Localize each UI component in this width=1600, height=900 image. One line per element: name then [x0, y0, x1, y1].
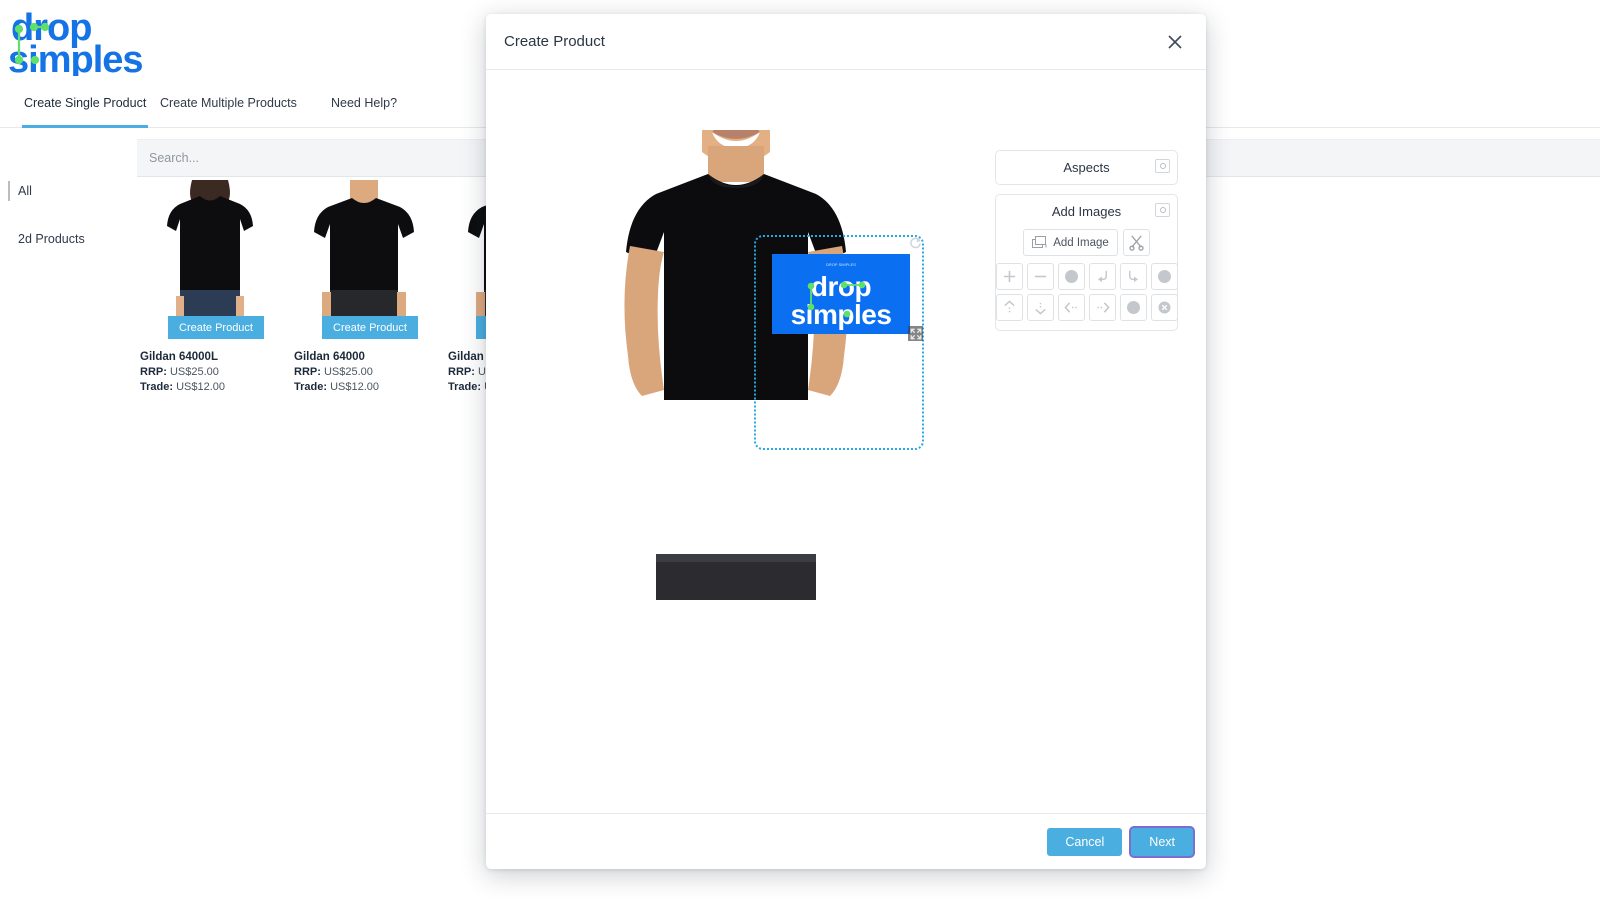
image-tools-grid	[995, 263, 1178, 321]
add-image-row: Add Image	[1004, 229, 1169, 256]
modal-header: Create Product	[486, 14, 1206, 70]
rotate-right-glyph	[1128, 270, 1138, 283]
resize-glyph	[910, 328, 921, 339]
tab-create-multiple-products[interactable]: Create Multiple Products	[158, 88, 299, 128]
scissors-icon[interactable]	[1122, 229, 1150, 256]
scissors-glyph	[1129, 235, 1144, 251]
tab-label: Create Multiple Products	[160, 96, 297, 110]
svg-text:simples: simples	[791, 299, 892, 330]
modal-body: DROP SIMPLES drop simples Aspects Add Im…	[486, 70, 1206, 813]
rrp-label: RRP:	[140, 366, 167, 378]
arrow-up-glyph	[1003, 300, 1015, 313]
product-trade: Trade: US$12.00	[294, 381, 434, 393]
rotate-right-icon[interactable]	[1119, 263, 1147, 290]
circle-icon[interactable]	[1119, 294, 1147, 321]
delete-circle-icon[interactable]	[1150, 294, 1178, 321]
arrow-right-glyph	[1096, 302, 1110, 313]
circle-glyph	[1126, 301, 1140, 314]
brand-logo: drop simples	[8, 8, 178, 76]
rotate-left-glyph	[1097, 270, 1107, 283]
product-image: Create Product	[294, 180, 434, 345]
create-product-button[interactable]: Create Product	[168, 316, 264, 339]
drop-simples-artwork-icon: DROP SIMPLES drop simples	[772, 254, 910, 334]
circle-glyph	[1157, 270, 1171, 283]
trade-value: US$12.00	[176, 381, 226, 393]
rotate-handle-icon[interactable]	[908, 236, 923, 251]
close-glyph	[1168, 34, 1182, 49]
product-rrp: RRP: US$25.00	[140, 366, 280, 378]
image-stack-glyph	[1032, 236, 1047, 248]
aspects-title: Aspects	[1063, 160, 1110, 175]
product-rrp: RRP: US$25.00	[294, 366, 434, 378]
arrow-right-icon[interactable]	[1088, 294, 1116, 321]
rrp-label: RRP:	[448, 366, 475, 378]
trade-label: Trade:	[448, 381, 482, 393]
arrow-left-glyph	[1063, 302, 1077, 313]
arrow-left-icon[interactable]	[1057, 294, 1085, 321]
sidebar-item-label: 2d Products	[18, 232, 85, 246]
sidebar-item-label: All	[18, 184, 32, 198]
sidebar-item-2d-products[interactable]: 2d Products	[0, 228, 130, 250]
arrow-down-icon[interactable]	[1026, 294, 1054, 321]
camera-icon[interactable]	[1155, 159, 1170, 173]
next-button[interactable]: Next	[1131, 827, 1193, 856]
add-image-label: Add Image	[1053, 236, 1109, 249]
tab-label: Create Single Product	[24, 96, 147, 110]
modal-title: Create Product	[504, 33, 605, 50]
category-sidebar: All 2d Products	[0, 180, 130, 276]
tab-label: Need Help?	[331, 96, 398, 110]
trade-label: Trade:	[294, 381, 328, 393]
add-images-section: Add Images Add Image	[995, 194, 1178, 331]
aspects-section: Aspects	[995, 150, 1178, 185]
rrp-label: RRP:	[294, 366, 321, 378]
plus-glyph	[1003, 270, 1015, 283]
editor-tools-panel: Aspects Add Images Add Image	[995, 150, 1178, 340]
cancel-button[interactable]: Cancel	[1047, 827, 1123, 856]
camera-lens	[1159, 163, 1166, 169]
artwork-selection-box[interactable]: DROP SIMPLES drop simples	[754, 235, 924, 450]
circle-icon[interactable]	[1057, 263, 1085, 290]
create-product-modal: Create Product DROP SIMPLES drop simples…	[486, 14, 1206, 869]
arrow-up-icon[interactable]	[995, 294, 1023, 321]
image-stack-icon	[1032, 236, 1048, 249]
search-input-placeholder: Search...	[149, 151, 200, 165]
product-name: Gildan 64000	[294, 351, 365, 363]
svg-text:DROP SIMPLES: DROP SIMPLES	[826, 262, 856, 267]
camera-icon[interactable]	[1155, 203, 1170, 217]
tab-need-help[interactable]: Need Help?	[329, 88, 399, 128]
circle-glyph	[1064, 270, 1078, 283]
add-images-title: Add Images	[1051, 204, 1122, 219]
svg-text:simples: simples	[8, 39, 143, 76]
minus-glyph	[1034, 275, 1046, 278]
arrow-down-glyph	[1034, 302, 1046, 315]
camera-lens	[1159, 207, 1166, 213]
add-image-button[interactable]: Add Image	[1023, 229, 1118, 256]
minus-icon[interactable]	[1026, 263, 1054, 290]
delete-circle-glyph	[1158, 301, 1170, 314]
trade-label: Trade:	[140, 381, 174, 393]
product-card: Create Product Gildan 64000 RRP: US$25.0…	[294, 180, 434, 393]
app-root: drop simples Create Single Product Creat…	[0, 0, 1600, 900]
rotate-glyph	[910, 237, 921, 249]
rrp-value: US$25.00	[169, 366, 219, 378]
product-image: Create Product	[140, 180, 280, 345]
artwork-image[interactable]: DROP SIMPLES drop simples	[772, 254, 910, 334]
tab-create-single-product[interactable]: Create Single Product	[22, 88, 149, 128]
design-preview-canvas[interactable]: DROP SIMPLES drop simples	[596, 130, 924, 600]
resize-handle-icon[interactable]	[908, 326, 923, 341]
close-icon[interactable]	[1162, 29, 1188, 55]
rrp-value: US$25.00	[323, 366, 373, 378]
trade-value: US$12.00	[330, 381, 380, 393]
create-product-button[interactable]: Create Product	[322, 316, 418, 339]
rotate-left-icon[interactable]	[1088, 263, 1116, 290]
product-card: Create Product Gildan 64000L RRP: US$25.…	[140, 180, 280, 393]
product-name: Gildan 64000L	[140, 351, 218, 363]
product-trade: Trade: US$12.00	[140, 381, 280, 393]
sidebar-item-all[interactable]: All	[0, 180, 130, 202]
modal-footer: Cancel Next	[486, 813, 1206, 869]
circle-icon[interactable]	[1150, 263, 1178, 290]
plus-icon[interactable]	[995, 263, 1023, 290]
brand-logo-icon: drop simples	[8, 8, 144, 76]
